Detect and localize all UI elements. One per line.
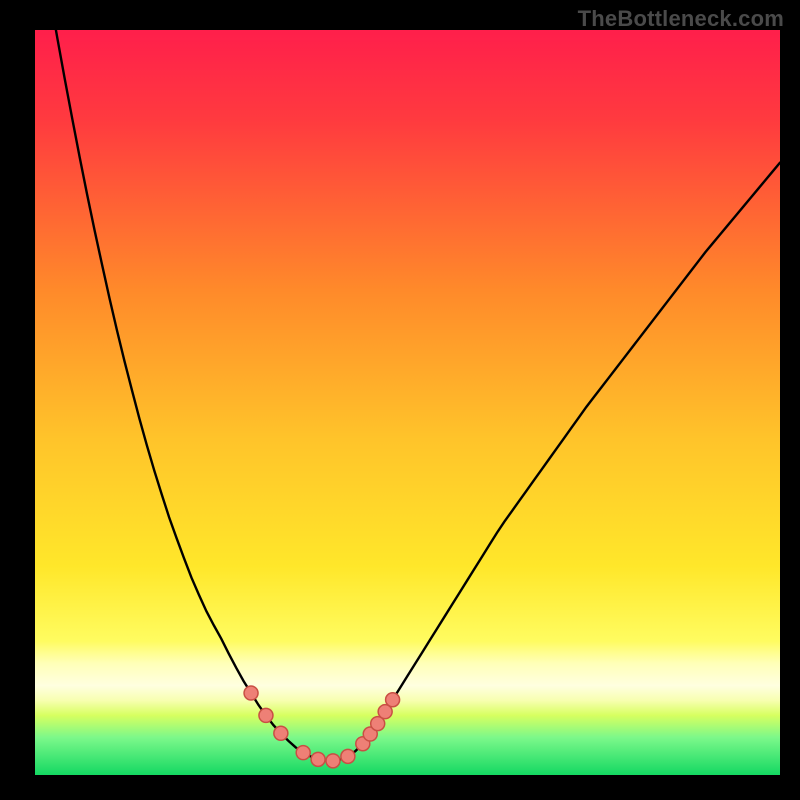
plot-area: [35, 30, 780, 775]
chart-svg: [35, 30, 780, 775]
data-marker: [341, 749, 355, 763]
data-marker: [274, 726, 288, 740]
data-marker: [326, 754, 340, 768]
data-marker: [386, 693, 400, 707]
watermark-text: TheBottleneck.com: [578, 6, 784, 32]
gradient-background: [35, 30, 780, 775]
data-marker: [244, 686, 258, 700]
data-marker: [296, 746, 310, 760]
chart-frame: TheBottleneck.com: [0, 0, 800, 800]
data-marker: [259, 708, 273, 722]
data-marker: [311, 752, 325, 766]
